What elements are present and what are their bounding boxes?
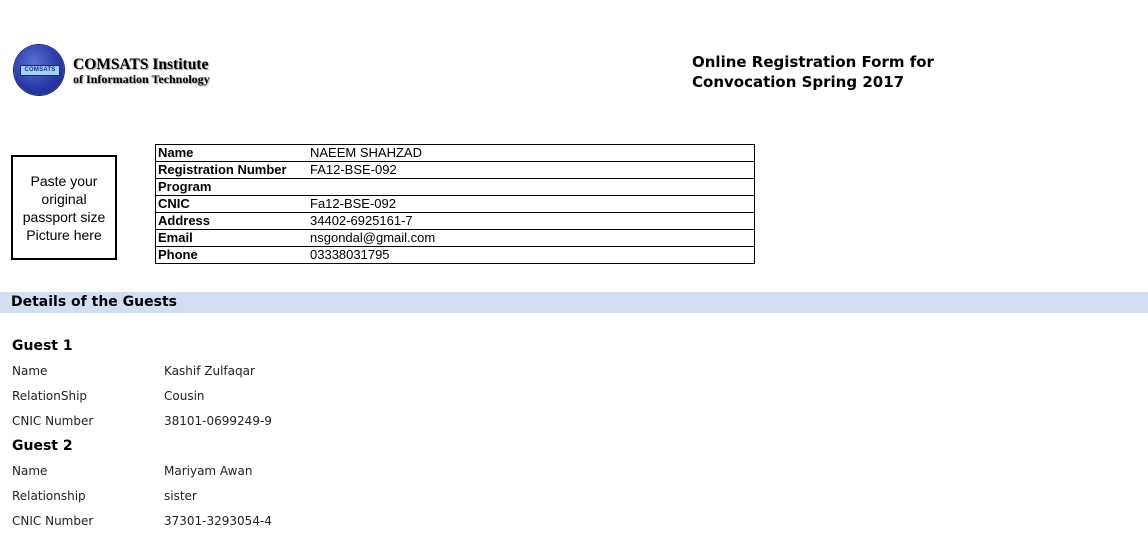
student-info-table: Name NAEEM SHAHZAD Registration Number F… [155, 144, 755, 264]
phone-label: Phone [155, 246, 308, 264]
email-label: Email [155, 229, 308, 247]
emblem-badge-text: COMSATS [20, 65, 60, 76]
table-row: Address 34402-6925161-7 [155, 212, 755, 230]
guest-1-relationship-value: Cousin [164, 389, 205, 403]
guest-1-cnic-label: CNIC Number [12, 414, 94, 428]
guest-2-relationship-value: sister [164, 489, 197, 503]
guests-section-header: Details of the Guests [0, 292, 1148, 313]
guest-2-cnic-label: CNIC Number [12, 514, 94, 528]
registration-number-value: FA12-BSE-092 [308, 161, 755, 179]
guest-2-heading: Guest 2 [12, 438, 73, 454]
guest-1-cnic-value: 38101-0699249-9 [164, 414, 272, 428]
name-label: Name [155, 144, 308, 162]
form-title-line2: Convocation Spring 2017 [692, 73, 905, 91]
institute-subtitle: of Information Technology [73, 72, 210, 86]
comsats-logo: COMSATS COMSATS Institute of Information… [14, 45, 224, 97]
comsats-emblem-icon: COMSATS [14, 45, 64, 95]
cnic-value: Fa12-BSE-092 [308, 195, 755, 213]
guest-1-relationship-label: RelationShip [12, 389, 88, 403]
form-title-line1: Online Registration Form for [692, 53, 934, 71]
table-row: CNIC Fa12-BSE-092 [155, 195, 755, 213]
program-value [308, 178, 755, 196]
guest-2-name-value: Mariyam Awan [164, 464, 253, 478]
program-label: Program [155, 178, 308, 196]
photo-placeholder-text: Paste your original passport size Pictur… [22, 172, 106, 243]
guest-2-name-label: Name [12, 464, 48, 478]
photo-placeholder: Paste your original passport size Pictur… [11, 155, 117, 260]
guest-2-relationship-label: Relationship [12, 489, 86, 503]
form-title: Online Registration Form for Convocation… [692, 52, 992, 92]
registration-number-label: Registration Number [155, 161, 308, 179]
table-row: Email nsgondal@gmail.com [155, 229, 755, 247]
guest-1-name-label: Name [12, 364, 48, 378]
guest-2-cnic-value: 37301-3293054-4 [164, 514, 272, 528]
phone-value: 03338031795 [308, 246, 755, 264]
guests-section-title: Details of the Guests [11, 294, 177, 310]
table-row: Program [155, 178, 755, 196]
cnic-label: CNIC [155, 195, 308, 213]
table-row: Name NAEEM SHAHZAD [155, 144, 755, 162]
email-value: nsgondal@gmail.com [308, 229, 755, 247]
guest-1-heading: Guest 1 [12, 338, 73, 354]
address-value: 34402-6925161-7 [308, 212, 755, 230]
table-row: Phone 03338031795 [155, 246, 755, 264]
address-label: Address [155, 212, 308, 230]
table-row: Registration Number FA12-BSE-092 [155, 161, 755, 179]
name-value: NAEEM SHAHZAD [308, 144, 755, 162]
guest-1-name-value: Kashif Zulfaqar [164, 364, 255, 378]
